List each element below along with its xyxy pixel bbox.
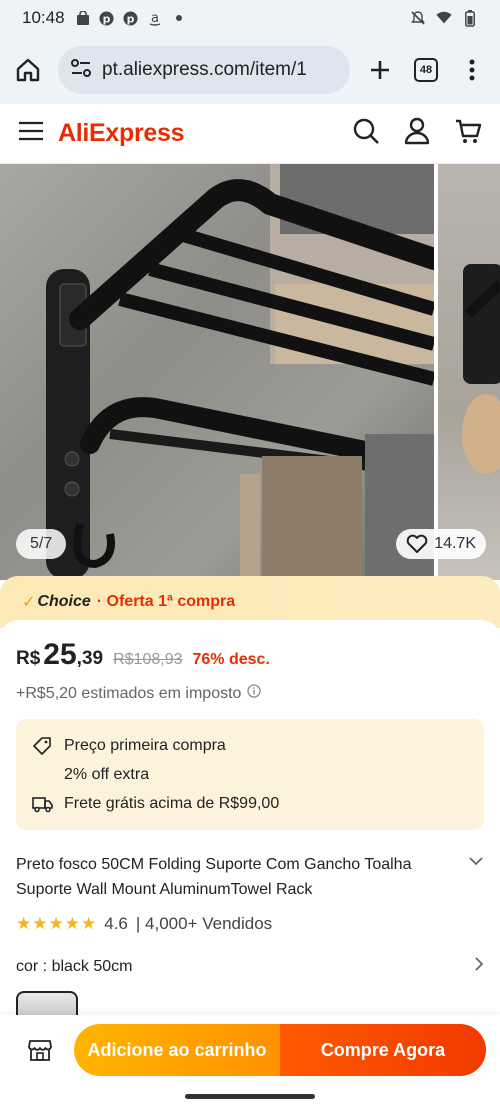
mute-icon xyxy=(410,10,426,26)
search-icon[interactable] xyxy=(352,117,380,150)
svg-text:a: a xyxy=(151,11,159,26)
tax-estimate: +R$5,20 estimados em imposto xyxy=(16,684,484,703)
color-label: cor : black 50cm xyxy=(16,957,133,975)
shopping-bag-icon xyxy=(75,10,91,26)
chevron-down-icon[interactable] xyxy=(454,852,484,902)
product-title-row[interactable]: Preto fosco 50CM Folding Suporte Com Gan… xyxy=(16,852,484,902)
choice-label: Choice xyxy=(37,593,91,610)
site-header: AliExpress xyxy=(0,104,500,164)
product-gallery[interactable]: 5/7 14.7K xyxy=(0,164,500,580)
truck-icon xyxy=(32,795,58,813)
sold-count: | 4,000+ Vendidos xyxy=(135,914,273,933)
store-icon[interactable] xyxy=(24,1034,56,1066)
info-icon[interactable] xyxy=(247,684,262,703)
color-selector-row[interactable]: cor : black 50cm xyxy=(16,956,484,977)
wishlist-count: 14.7K xyxy=(434,535,476,552)
tab-count: 48 xyxy=(414,58,438,82)
rating-row[interactable]: ★ ★ ★ ★ ★ 4.6 | 4,000+ Vendidos xyxy=(16,914,484,934)
product-image[interactable] xyxy=(0,164,445,580)
url-bar[interactable]: pt.aliexpress.com/item/1 xyxy=(58,46,350,94)
price-integer: 25 xyxy=(43,638,77,671)
promo-first-purchase-text: Preço primeira compra xyxy=(64,736,226,754)
tag-icon xyxy=(32,736,58,756)
star-icon: ★ xyxy=(32,914,48,933)
pinterest-icon: p xyxy=(99,10,115,26)
battery-icon xyxy=(462,9,478,27)
star-icon: ★ xyxy=(16,914,32,933)
next-product-image[interactable] xyxy=(438,164,500,580)
chevron-right-icon[interactable] xyxy=(474,956,484,977)
star-icon: ★ xyxy=(64,914,80,933)
heart-icon xyxy=(406,534,428,553)
hamburger-menu-icon[interactable] xyxy=(18,121,44,146)
check-icon: ✓ xyxy=(22,594,36,611)
wifi-icon xyxy=(436,10,452,26)
image-counter: 5/7 xyxy=(16,529,67,559)
price-decimal: ,39 xyxy=(76,648,104,669)
status-bar: 10:48 p p a xyxy=(0,0,500,36)
cart-icon[interactable] xyxy=(454,117,482,150)
bottom-action-bar: Adicione ao carrinho Compre Agora xyxy=(0,1015,500,1085)
original-price: R$108,93 xyxy=(113,651,183,668)
promo-shipping-text: Frete grátis acima de R$99,00 xyxy=(64,794,280,812)
half-star-icon: ★ xyxy=(81,914,97,933)
promo-extra: 2% off extra xyxy=(64,765,150,783)
first-purchase-offer: · Oferta 1ª compra xyxy=(96,593,236,610)
price-row: R$ 25 ,39 R$108,93 76% desc. xyxy=(16,620,484,672)
discount-badge: 76% desc. xyxy=(192,651,270,668)
star-icon: ★ xyxy=(48,914,64,933)
wishlist-button[interactable]: 14.7K xyxy=(396,529,486,559)
svg-text:p: p xyxy=(103,12,111,25)
svg-text:p: p xyxy=(127,12,135,25)
overflow-menu-icon[interactable] xyxy=(456,54,488,86)
promo-first-purchase: Preço primeira compra xyxy=(32,731,468,760)
tab-switcher-button[interactable]: 48 xyxy=(410,54,442,86)
add-to-cart-button[interactable]: Adicione ao carrinho xyxy=(74,1024,280,1076)
gesture-handle[interactable] xyxy=(185,1094,315,1099)
product-title: Preto fosco 50CM Folding Suporte Com Gan… xyxy=(16,856,412,898)
promo-shipping: Frete grátis acima de R$99,00 xyxy=(32,789,468,818)
rating-stars: ★ ★ ★ ★ ★ xyxy=(16,914,96,934)
pinterest-icon: p xyxy=(123,10,139,26)
promo-box[interactable]: Preço primeira compra 2% off extra Frete… xyxy=(16,719,484,830)
buy-now-button[interactable]: Compre Agora xyxy=(280,1024,486,1076)
browser-toolbar: pt.aliexpress.com/item/1 48 xyxy=(0,36,500,104)
dot-icon xyxy=(171,10,187,26)
price-currency: R$ xyxy=(16,648,41,669)
home-icon[interactable] xyxy=(12,54,44,86)
amazon-icon: a xyxy=(147,10,163,26)
new-tab-icon[interactable] xyxy=(364,54,396,86)
purchase-buttons: Adicione ao carrinho Compre Agora xyxy=(74,1024,486,1076)
url-text[interactable]: pt.aliexpress.com/item/1 xyxy=(102,59,307,81)
rating-value: 4.6 xyxy=(104,914,128,933)
tax-text: +R$5,20 estimados em imposto xyxy=(16,684,242,702)
account-icon[interactable] xyxy=(404,117,430,150)
product-details: R$ 25 ,39 R$108,93 76% desc. +R$5,20 est… xyxy=(0,620,500,1031)
status-time: 10:48 xyxy=(22,8,65,27)
site-settings-icon[interactable] xyxy=(70,58,92,83)
aliexpress-logo[interactable]: AliExpress xyxy=(58,119,185,148)
